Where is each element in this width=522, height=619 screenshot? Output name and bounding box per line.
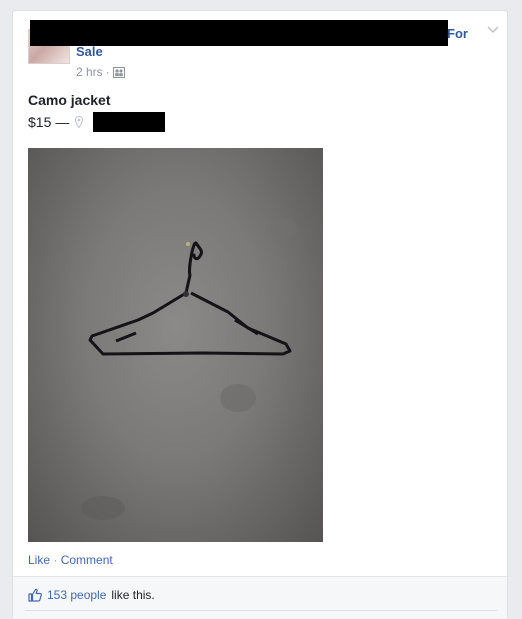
map-pin-icon [75,116,84,128]
redacted-location [93,112,166,132]
post-card: For Sale 2 hrs · Camo jacket $15 — Like … [12,10,508,619]
likes-divider [25,610,497,611]
listing-title: Camo jacket [28,92,111,108]
likes-row: 153 people like this. [28,588,155,602]
meta-separator: · [105,65,110,79]
listing-price: $15 [28,114,52,130]
chevron-down-icon[interactable] [487,25,499,35]
thumbs-up-icon [28,588,42,602]
listing-price-row: $15 — [28,112,166,132]
price-dash: — [55,114,70,130]
group-name-link-cont[interactable]: Sale [76,44,103,59]
likes-summary: 153 people like this. [13,576,507,619]
post-meta: 2 hrs · [76,65,125,79]
members-icon[interactable] [112,66,125,78]
post-timestamp[interactable]: 2 hrs [76,65,103,79]
comment-link[interactable]: Comment [61,553,113,567]
likes-count-link[interactable]: 153 people [47,588,106,602]
listing-photo[interactable] [28,148,323,542]
like-link[interactable]: Like [28,553,50,567]
group-name-link[interactable]: For [447,26,468,41]
post-actions: Like · Comment [28,553,113,567]
likes-suffix: like this. [111,588,155,602]
redacted-poster-name [30,20,448,46]
clothes-hanger-image [81,218,297,520]
actions-separator: · [53,553,58,567]
